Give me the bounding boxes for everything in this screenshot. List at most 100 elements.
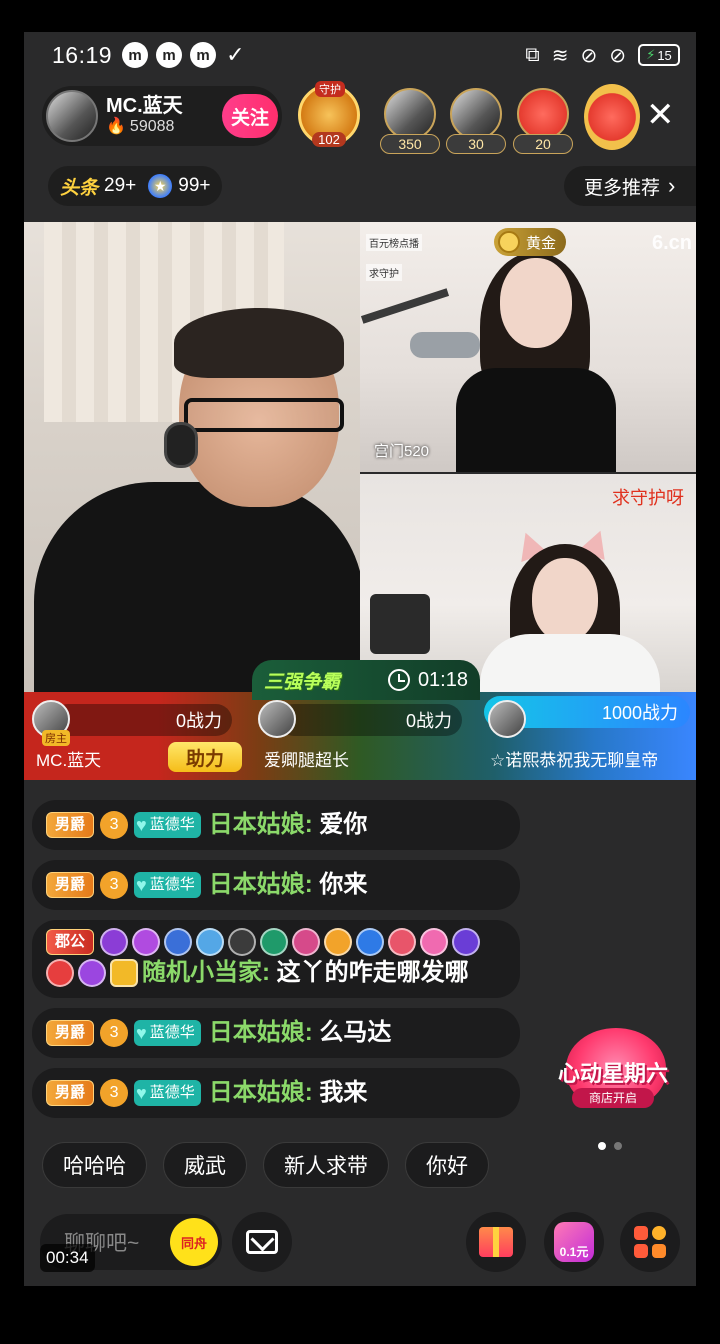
pk-avatar [258, 700, 296, 738]
chat-text: 么马达 [319, 1019, 392, 1046]
heart-icon: ♥ [136, 1023, 147, 1043]
pk-slot-guest1[interactable]: 0战力 爱卿腿超长 [258, 700, 462, 774]
heart-pay-icon: 0.1元 [554, 1222, 594, 1262]
medal-icon [356, 928, 385, 956]
promo-title: 心动星期六 [557, 1061, 668, 1086]
overlay-note: 求守护 [366, 264, 402, 281]
guest-figure-body [480, 634, 660, 692]
more-menu-button[interactable] [620, 1212, 680, 1272]
viewer-avatar [517, 88, 569, 140]
star-count: 99+ [178, 175, 211, 196]
wifi-icon: ≋ [551, 44, 569, 67]
viewer-avatar [450, 88, 502, 140]
host-avatar[interactable] [46, 90, 98, 142]
clock-icon [387, 669, 410, 691]
level-star-badge: 3 [100, 1079, 129, 1107]
pk-timer: 01:18 [387, 669, 468, 692]
battery-icon: ⚡ 15 [638, 44, 680, 66]
message-button[interactable] [232, 1212, 292, 1272]
fan-club-name: 蓝德华 [149, 876, 195, 893]
fan-club-badge: ♥ 蓝德华 [134, 1020, 201, 1046]
medal-icon [420, 928, 449, 956]
recording-time: 00:34 [40, 1244, 95, 1272]
chat-list[interactable]: 男爵 3 ♥ 蓝德华 日本姑娘: 爱你 男爵 3 ♥ 蓝德华 日本姑娘: 你来 郡公 [32, 800, 520, 1128]
background-object [370, 594, 430, 654]
pk-slot-guest2[interactable]: ☆诺熙恭祝我无聊皇帝 [486, 700, 696, 774]
quick-reply-chip[interactable]: 你好 [405, 1142, 489, 1188]
chat-message[interactable]: 郡公 随机小当家: 这丫的咋走哪发哪 [32, 920, 520, 998]
gold-rank-label: 黄金 [526, 234, 557, 252]
pk-score: 0战力 [278, 704, 462, 736]
pk-name: MC.蓝天 [36, 751, 102, 770]
chat-username[interactable]: 日本姑娘: [209, 808, 313, 842]
toutiao-count: 29+ [104, 175, 137, 196]
viewer-frame-badge[interactable] [584, 84, 640, 150]
chat-text: 你来 [319, 871, 368, 898]
more-recommend-label: 更多推荐 [584, 177, 661, 199]
heart-icon: ♥ [136, 1083, 147, 1103]
host-video[interactable] [24, 222, 360, 692]
medal-icon [132, 928, 161, 956]
noble-title-badge: 男爵 [46, 812, 95, 838]
star-icon: ★ [148, 174, 173, 198]
pay-label: 0.1元 [559, 1245, 589, 1259]
gold-rank-tag: 黄金 [494, 228, 567, 256]
host-role-badge: 房主 [42, 730, 70, 746]
pk-score: 0战力 [52, 704, 232, 736]
top-viewer[interactable]: 350 [380, 88, 440, 154]
host-figure-glasses [184, 398, 344, 432]
microphone-shape [410, 332, 480, 358]
app-notification-icon: m [122, 42, 149, 68]
download-done-icon: ✓ [226, 42, 245, 67]
top-viewer[interactable]: 30 [446, 88, 506, 154]
host-figure-hair [174, 308, 344, 378]
app-notification-icon: m [156, 42, 183, 68]
chat-username[interactable]: 日本姑娘: [209, 868, 313, 902]
medal-icon [260, 928, 289, 956]
guest-video-1[interactable]: 百元榜点播 求守护 黄金 6.cn 宫门520 [360, 222, 696, 472]
heart-icon: ♥ [136, 875, 147, 895]
level-star-badge: 3 [100, 871, 129, 899]
fan-club-name: 蓝德华 [149, 816, 195, 833]
guard-badge[interactable]: 守护 102 [298, 81, 360, 147]
quick-reply-chip[interactable]: 新人求带 [263, 1142, 389, 1188]
chat-message[interactable]: 男爵 3 ♥ 蓝德华 日本姑娘: 我来 [32, 1068, 520, 1118]
quick-reply-chip[interactable]: 威武 [163, 1142, 247, 1188]
fan-club-badge: ♥ 蓝德华 [134, 812, 201, 838]
overlay-note: 百元榜点播 [366, 234, 422, 251]
rank-pill[interactable]: 头条 29+ ★ 99+ [48, 166, 223, 206]
fire-icon: 🔥 [106, 118, 126, 136]
promo-banner[interactable]: 心动星期六 商店开启 [548, 1028, 678, 1124]
fan-club-name: 蓝德华 [149, 1024, 195, 1041]
chat-username[interactable]: 随机小当家: [142, 956, 270, 990]
host-fans: 🔥 59088 [106, 118, 183, 136]
follow-button[interactable]: 关注 [222, 94, 278, 138]
chat-username[interactable]: 日本姑娘: [209, 1076, 313, 1110]
chat-text: 我来 [319, 1079, 368, 1106]
close-icon[interactable]: ✕ [646, 98, 675, 132]
no-sim-icon: ⊘ [609, 44, 626, 67]
host-info: MC.蓝天 🔥 59088 [106, 95, 183, 136]
pk-slot-host[interactable]: 0战力 房主 MC.蓝天 助力 [32, 700, 242, 774]
medal-icon [196, 928, 225, 956]
gift-button[interactable] [466, 1212, 526, 1272]
chat-username[interactable]: 日本姑娘: [209, 1016, 313, 1050]
first-pay-button[interactable]: 0.1元 [544, 1212, 604, 1272]
status-bar: 16:19 m m m ✓ ⧉ ≋ ⊘ ⊘ ⚡ 15 [24, 32, 696, 78]
host-info-pill[interactable]: MC.蓝天 🔥 59088 关注 [42, 86, 282, 146]
medal-icon [452, 928, 481, 956]
help-button[interactable]: 助力 [168, 742, 242, 772]
chat-message[interactable]: 男爵 3 ♥ 蓝德华 日本姑娘: 么马达 [32, 1008, 520, 1058]
pk-name: ☆诺熙恭祝我无聊皇帝 [490, 751, 659, 770]
quick-reply-chip[interactable]: 哈哈哈 [42, 1142, 147, 1188]
medal-icon [164, 928, 193, 956]
status-time: 16:19 [52, 41, 113, 68]
pager-dot-active [598, 1142, 606, 1150]
chat-message[interactable]: 男爵 3 ♥ 蓝德华 日本姑娘: 你来 [32, 860, 520, 910]
viewer-score: 350 [380, 134, 440, 154]
chat-message[interactable]: 男爵 3 ♥ 蓝德华 日本姑娘: 爱你 [32, 800, 520, 850]
more-recommend-button[interactable]: 更多推荐 › [564, 166, 696, 206]
no-sim-icon: ⊘ [580, 44, 598, 67]
same-boat-button[interactable]: 同舟 [170, 1218, 218, 1266]
top-viewer[interactable]: 20 [513, 88, 573, 154]
